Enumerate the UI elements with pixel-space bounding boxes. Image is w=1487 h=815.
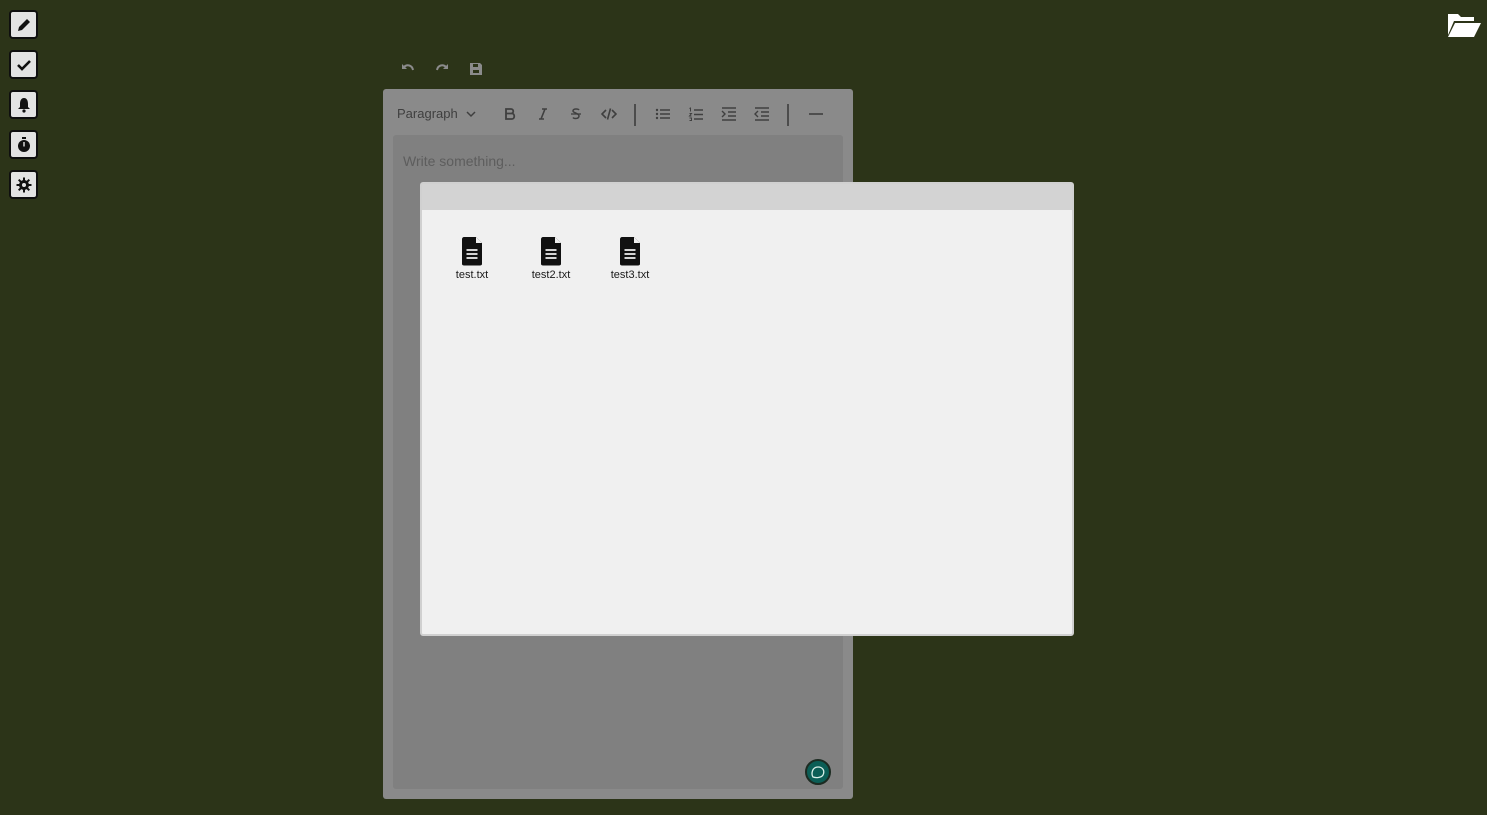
- editor-toolbar: Paragraph: [383, 89, 853, 135]
- block-type-label: Paragraph: [397, 106, 458, 121]
- reminders-tool-button[interactable]: [9, 90, 38, 119]
- strikethrough-icon: [571, 108, 581, 120]
- strikethrough-button[interactable]: [565, 103, 587, 125]
- undo-icon: [402, 64, 414, 71]
- check-icon: [16, 59, 31, 71]
- tasks-tool-button[interactable]: [9, 50, 38, 79]
- file-item[interactable]: test2.txt: [516, 236, 586, 286]
- undo-button[interactable]: [397, 58, 419, 80]
- bold-button[interactable]: [499, 103, 521, 125]
- outdent-icon: [754, 107, 769, 121]
- horizontal-rule-icon: [809, 113, 823, 115]
- numbered-list-icon: [688, 107, 703, 121]
- timer-tool-button[interactable]: [9, 130, 38, 159]
- dialog-title-bar[interactable]: [422, 184, 1072, 210]
- file-document-icon: [462, 237, 482, 266]
- open-folder-button[interactable]: [1446, 10, 1482, 40]
- file-document-icon: [620, 237, 640, 266]
- app-root: Paragraph Write something... test.txt te…: [0, 0, 1487, 815]
- edit-tool-button[interactable]: [9, 10, 38, 39]
- bullet-list-icon: [655, 108, 670, 120]
- italic-button[interactable]: [532, 103, 554, 125]
- save-button[interactable]: [465, 58, 487, 80]
- code-button[interactable]: [598, 103, 620, 125]
- file-name: test.txt: [455, 269, 489, 281]
- gear-icon: [16, 177, 31, 192]
- outdent-button[interactable]: [751, 103, 773, 125]
- stopwatch-icon: [17, 136, 30, 152]
- folder-open-icon: [1448, 14, 1481, 37]
- file-name: test2.txt: [531, 269, 571, 281]
- numbered-list-button[interactable]: [685, 103, 707, 125]
- file-item[interactable]: test3.txt: [595, 236, 665, 286]
- code-icon: [601, 108, 617, 120]
- file-dialog: test.txt test2.txt test3.txt: [420, 182, 1074, 636]
- save-icon: [470, 63, 482, 75]
- bell-icon: [17, 97, 30, 113]
- italic-icon: [539, 108, 547, 120]
- indent-icon: [721, 107, 736, 121]
- redo-icon: [436, 64, 448, 71]
- redo-button[interactable]: [431, 58, 453, 80]
- block-type-select[interactable]: Paragraph: [397, 106, 476, 121]
- toolbar-divider: [787, 104, 789, 126]
- editor-placeholder: Write something...: [403, 153, 516, 169]
- bullet-list-button[interactable]: [652, 103, 674, 125]
- file-document-icon: [541, 237, 561, 266]
- chat-button[interactable]: [805, 759, 831, 785]
- indent-button[interactable]: [718, 103, 740, 125]
- bold-icon: [505, 108, 516, 120]
- toolbar-divider: [634, 104, 636, 126]
- chevron-down-icon: [466, 110, 476, 117]
- horizontal-rule-button[interactable]: [805, 103, 827, 125]
- chat-bubble-icon: [811, 766, 825, 779]
- pencil-icon: [17, 18, 30, 31]
- file-name: test3.txt: [610, 269, 650, 281]
- settings-tool-button[interactable]: [9, 170, 38, 199]
- file-item[interactable]: test.txt: [437, 236, 507, 286]
